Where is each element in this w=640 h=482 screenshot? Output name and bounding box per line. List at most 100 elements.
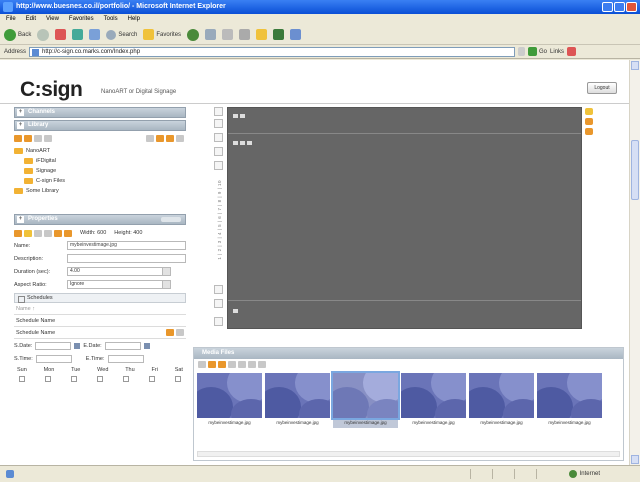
page-vertical-scrollbar[interactable]: [629, 60, 640, 465]
home-icon[interactable]: [89, 29, 101, 40]
stime-input[interactable]: [35, 354, 72, 363]
checkbox-sun[interactable]: [19, 375, 25, 382]
menu-favorites[interactable]: Favorites: [69, 14, 94, 25]
menu-edit[interactable]: Edit: [26, 14, 36, 25]
back-button[interactable]: Back: [4, 28, 31, 41]
sdate-input[interactable]: [35, 341, 72, 350]
menu-help[interactable]: Help: [128, 14, 140, 25]
move-up-icon[interactable]: [214, 133, 223, 142]
stop-icon[interactable]: [55, 29, 67, 40]
upload-icon[interactable]: [218, 361, 226, 368]
checkbox-thu[interactable]: [123, 375, 129, 382]
schedule-edit-icon[interactable]: [166, 329, 174, 336]
delete-icon[interactable]: [44, 229, 52, 237]
calendar-icon[interactable]: [143, 342, 150, 349]
duration-stepper[interactable]: 4.00: [67, 267, 171, 276]
open-folder-icon[interactable]: [24, 135, 32, 142]
zone-bottom[interactable]: [228, 303, 581, 329]
minimize-button[interactable]: [602, 2, 613, 12]
grid-icon[interactable]: [214, 299, 223, 308]
research-icon[interactable]: [290, 29, 302, 40]
folder-icon[interactable]: [256, 29, 268, 40]
tree-item-nanoart[interactable]: NanoART: [14, 146, 186, 156]
schedule-row[interactable]: Schedule Name: [14, 327, 186, 339]
etime-input[interactable]: [107, 354, 144, 363]
edit-image-icon[interactable]: [24, 229, 32, 237]
refresh-icon[interactable]: [72, 29, 84, 40]
preview-icon[interactable]: [64, 229, 72, 237]
maximize-button[interactable]: [614, 2, 625, 12]
calendar-icon[interactable]: [74, 342, 81, 349]
move-down-icon[interactable]: [214, 147, 223, 156]
copy-icon[interactable]: [34, 135, 42, 142]
menu-tools[interactable]: Tools: [104, 14, 118, 25]
edit-icon[interactable]: [198, 361, 206, 368]
checkbox-mon[interactable]: [45, 375, 51, 382]
zoom-icon[interactable]: [585, 108, 593, 115]
tree-item-some-library[interactable]: Some Library: [14, 186, 186, 196]
media-horizontal-scrollbar[interactable]: [197, 451, 620, 457]
tree-item-ifdigital[interactable]: iFDigital: [14, 156, 186, 166]
address-dropdown-icon[interactable]: [518, 47, 526, 56]
zoom-out-icon[interactable]: [214, 119, 223, 128]
history-icon[interactable]: [205, 29, 217, 40]
media-files-header[interactable]: Media Files: [194, 348, 623, 359]
schedule-delete-icon[interactable]: [176, 329, 184, 336]
add-icon[interactable]: [208, 361, 216, 368]
print-icon[interactable]: [239, 29, 251, 40]
media-thumbnail[interactable]: mybeinvestimage.jpg: [265, 373, 330, 428]
zone-top[interactable]: [228, 108, 581, 134]
close-button[interactable]: [626, 2, 637, 12]
edate-input[interactable]: [104, 341, 141, 350]
paste-icon[interactable]: [258, 361, 266, 368]
tree-item-csign-files[interactable]: C-sign Files: [14, 176, 186, 186]
schedule-row[interactable]: Schedule Name: [14, 315, 186, 327]
delete-icon[interactable]: [238, 361, 246, 368]
search-library-icon[interactable]: [176, 135, 184, 142]
scrollbar-thumb[interactable]: [631, 140, 639, 200]
paste-icon[interactable]: [44, 135, 52, 142]
forward-arrow-icon[interactable]: [37, 28, 50, 41]
media-thumbnail[interactable]: mybeinvestimage.jpg: [401, 373, 466, 428]
align-icon[interactable]: [214, 161, 223, 170]
checkbox-tue[interactable]: [71, 375, 77, 382]
media-thumbnail[interactable]: mybeinvestimage.jpg: [469, 373, 534, 428]
schedules-header[interactable]: Schedules: [14, 293, 186, 303]
description-input[interactable]: [67, 254, 186, 263]
checkbox-sat[interactable]: [175, 375, 181, 382]
add-icon[interactable]: [156, 135, 164, 142]
layout-canvas[interactable]: [227, 107, 582, 329]
menu-file[interactable]: File: [6, 14, 16, 25]
tree-item-signage[interactable]: Signage: [14, 166, 186, 176]
zoom-in-icon[interactable]: [214, 107, 223, 116]
logout-button[interactable]: Logout: [587, 82, 617, 94]
scroll-down-arrow-icon[interactable]: [631, 455, 639, 464]
channels-header[interactable]: Channels: [14, 107, 186, 118]
orange-dot-icon[interactable]: [585, 128, 593, 135]
schedule-column-header[interactable]: Name ↑: [14, 303, 186, 315]
image-icon[interactable]: [14, 229, 22, 237]
orange-dot-icon[interactable]: [585, 118, 593, 125]
library-header[interactable]: Library: [14, 120, 186, 131]
toolbar-extra-icon[interactable]: [567, 47, 577, 56]
search-button[interactable]: Search: [106, 29, 137, 40]
layer-icon[interactable]: [214, 285, 223, 294]
links-button[interactable]: Links: [550, 49, 564, 55]
checkbox-wed[interactable]: [97, 375, 103, 382]
edit-icon[interactable]: [146, 135, 154, 142]
copy-icon[interactable]: [248, 361, 256, 368]
checkbox-fri[interactable]: [149, 375, 155, 382]
zone-main[interactable]: [228, 136, 581, 301]
search-icon[interactable]: [228, 361, 236, 368]
media-thumbnail-selected[interactable]: mybeinvestimage.jpg: [331, 371, 400, 428]
name-input[interactable]: mybeinvestimage.jpg: [67, 241, 186, 250]
go-button[interactable]: Go: [528, 47, 547, 56]
fit-icon[interactable]: [214, 317, 223, 326]
aspect-select[interactable]: Ignore: [67, 280, 171, 289]
new-folder-icon[interactable]: [14, 135, 22, 142]
upload-icon[interactable]: [166, 135, 174, 142]
messenger-icon[interactable]: [273, 29, 285, 40]
scroll-up-arrow-icon[interactable]: [631, 61, 639, 70]
rotate-icon[interactable]: [54, 229, 62, 237]
favorites-button[interactable]: Favorites: [143, 29, 181, 40]
